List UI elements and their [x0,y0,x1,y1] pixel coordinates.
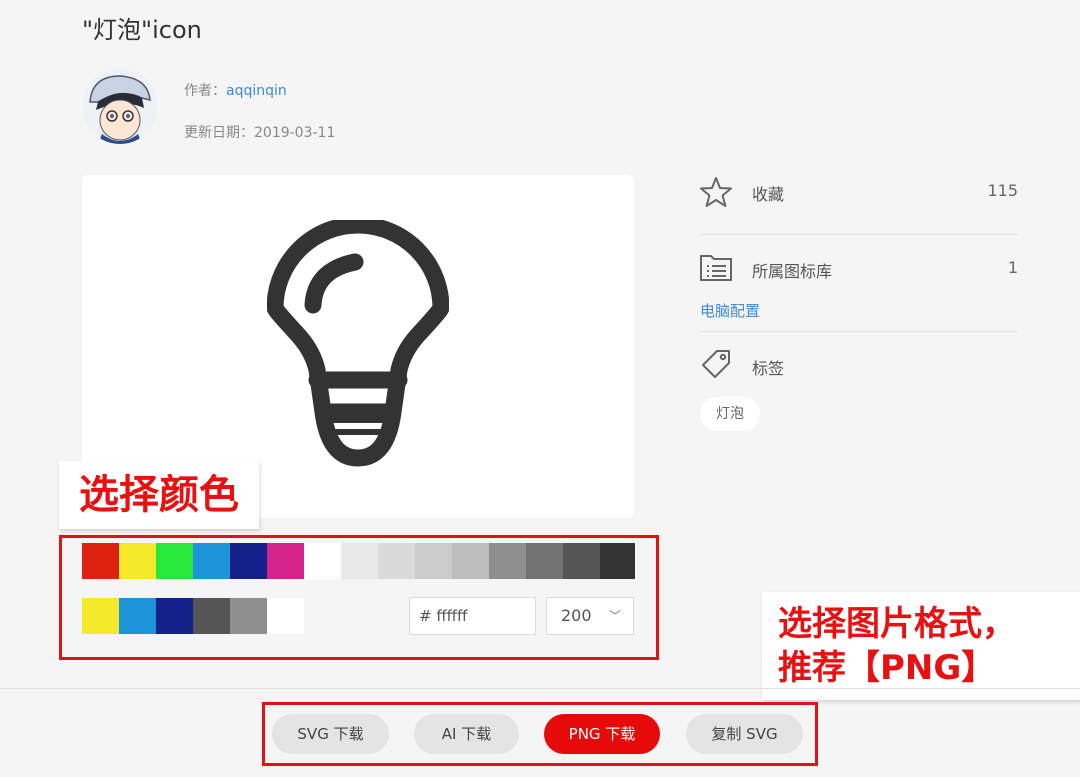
avatar-image [82,68,158,144]
png-download-button[interactable]: PNG 下载 [544,714,660,754]
color-swatch[interactable] [230,598,267,634]
divider [700,331,1018,332]
author-meta: 作者：aqqinqin [184,80,287,100]
author-label: 作者： [184,83,226,99]
color-swatch[interactable] [119,598,156,634]
choose-format-line1: 选择图片格式， [778,604,1016,644]
color-swatch[interactable] [82,598,119,634]
update-meta: 更新日期：2019-03-11 [184,122,335,142]
library-label: 所属图标库 [752,262,833,281]
choose-format-callout: 选择图片格式， 推荐【PNG】 [762,592,1080,700]
color-swatch[interactable] [82,543,119,579]
hex-color-input[interactable]: # ffffff [409,597,536,635]
color-swatch[interactable] [267,543,304,579]
avatar[interactable] [82,68,158,144]
star-icon[interactable] [699,175,733,209]
color-swatch[interactable] [526,543,563,579]
color-swatch[interactable] [267,598,304,634]
color-swatch[interactable] [304,543,341,579]
color-swatch[interactable] [489,543,526,579]
lightbulb-icon [267,220,449,467]
update-label: 更新日期： [184,125,254,141]
color-swatch[interactable] [563,543,600,579]
color-swatch[interactable] [156,543,193,579]
folder-list-icon [700,255,732,281]
size-select[interactable]: 200 ﹀ [546,597,634,635]
svg-download-button[interactable]: SVG 下载 [272,714,389,754]
footer-divider [0,688,1080,689]
copy-svg-button[interactable]: 复制 SVG [686,714,803,754]
color-swatch[interactable] [230,543,267,579]
color-swatch[interactable] [341,543,378,579]
color-swatch[interactable] [193,543,230,579]
palette-row-primary [82,543,635,579]
favorite-label: 收藏 [752,185,785,204]
page-title: "灯泡"icon [82,16,202,44]
color-swatch[interactable] [119,543,156,579]
color-swatch[interactable] [452,543,489,579]
tags-label: 标签 [752,359,785,378]
choose-color-callout: 选择颜色 [59,461,259,529]
library-count: 1 [1007,258,1018,277]
color-swatch[interactable] [600,543,635,579]
author-link[interactable]: aqqinqin [226,83,287,99]
ai-download-button[interactable]: AI 下载 [414,714,519,754]
palette-row-recent [82,598,304,634]
tag-chip[interactable]: 灯泡 [700,397,760,431]
color-swatch[interactable] [193,598,230,634]
choose-format-line2: 推荐【PNG】 [778,648,996,688]
favorite-count: 115 [987,181,1018,200]
update-date: 2019-03-11 [254,125,336,141]
color-swatch[interactable] [156,598,193,634]
chevron-down-icon: ﹀ [608,609,621,623]
library-link[interactable]: 电脑配置 [700,300,760,321]
divider [700,234,1018,235]
tag-icon [702,350,730,378]
size-select-value: 200 [561,606,592,625]
color-swatch[interactable] [378,543,415,579]
color-swatch[interactable] [415,543,452,579]
